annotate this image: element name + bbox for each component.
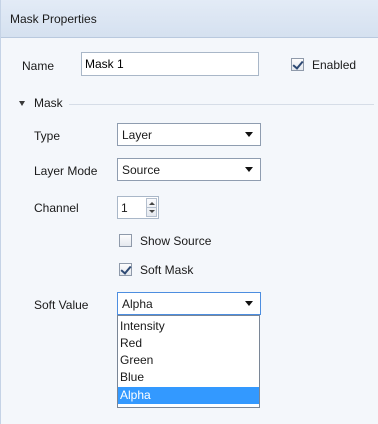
- dropdown-option-green[interactable]: Green: [118, 352, 259, 369]
- dropdown-option-blue[interactable]: Blue: [118, 369, 259, 386]
- soft-value-select[interactable]: Alpha: [117, 292, 261, 315]
- mask-properties-panel: Mask Properties Name Enabled Mask Type L…: [0, 0, 378, 424]
- checkmark-icon: [292, 58, 304, 70]
- soft-mask-label: Soft Mask: [140, 263, 194, 277]
- dropdown-option-alpha[interactable]: Alpha: [118, 387, 259, 404]
- show-source-checkbox[interactable]: [119, 234, 132, 247]
- checkmark-icon: [120, 263, 132, 275]
- soft-mask-checkbox[interactable]: [119, 263, 132, 276]
- panel-header: Mask Properties: [1, 0, 378, 38]
- name-label: Name: [22, 59, 55, 73]
- layer-mode-label: Layer Mode: [34, 164, 98, 178]
- section-title: Mask: [34, 96, 63, 110]
- type-select-value: Layer: [122, 128, 153, 142]
- name-field-box[interactable]: [81, 52, 259, 76]
- show-source-label: Show Source: [140, 234, 212, 248]
- spinner-down-icon[interactable]: [149, 210, 155, 213]
- type-label: Type: [34, 129, 61, 143]
- soft-value-dropdown-list[interactable]: Intensity Red Green Blue Alpha: [117, 315, 260, 408]
- dropdown-option-intensity[interactable]: Intensity: [118, 318, 259, 335]
- layer-mode-select[interactable]: Source: [117, 158, 261, 181]
- triangle-down-icon[interactable]: [19, 101, 25, 106]
- soft-value-label: Soft Value: [34, 298, 89, 312]
- channel-label: Channel: [34, 201, 79, 215]
- section-divider: [69, 104, 374, 105]
- spinner-up-icon[interactable]: [149, 202, 155, 205]
- name-field[interactable]: [82, 54, 255, 74]
- soft-value-select-value: Alpha: [122, 297, 153, 311]
- chevron-down-icon: [245, 301, 253, 306]
- spinner-divider: [147, 207, 156, 208]
- enabled-label: Enabled: [312, 58, 357, 72]
- panel-title: Mask Properties: [10, 12, 97, 26]
- layer-mode-select-value: Source: [122, 163, 161, 177]
- chevron-down-icon: [245, 132, 253, 137]
- channel-value: 1: [121, 201, 128, 215]
- enabled-checkbox[interactable]: [291, 58, 304, 71]
- dropdown-option-red[interactable]: Red: [118, 335, 259, 352]
- spinner-arrows-icon[interactable]: [146, 198, 157, 217]
- type-select[interactable]: Layer: [117, 123, 261, 146]
- channel-stepper[interactable]: 1: [117, 196, 159, 219]
- chevron-down-icon: [245, 167, 253, 172]
